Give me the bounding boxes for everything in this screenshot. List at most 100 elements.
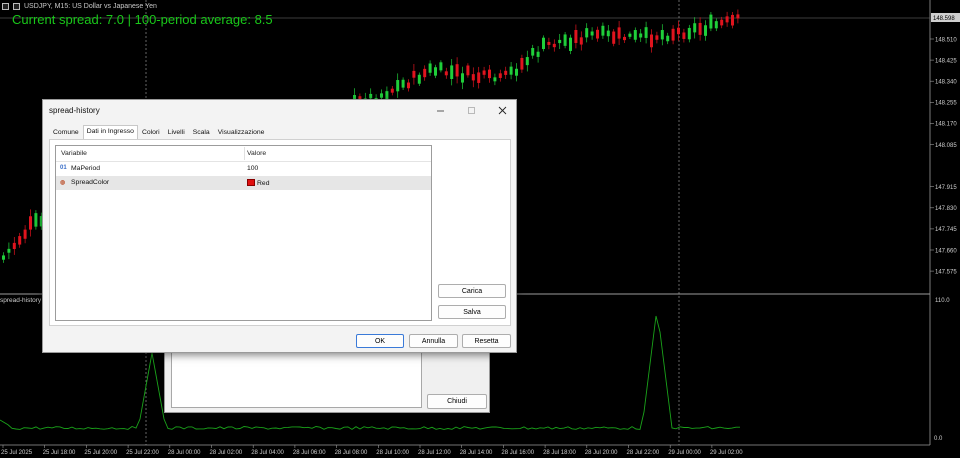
indicator-properties-dialog: spread-history Comune Dati in Ingresso C… [42,99,517,353]
time-tick-label: 28 Jul 04:00 [251,450,284,456]
row-value[interactable]: 100 [247,165,258,172]
time-tick-label: 25 Jul 20:00 [84,450,117,456]
candle-body [585,28,589,38]
maximize-icon [456,100,486,121]
candle-body [574,29,578,43]
candle-body [482,70,486,75]
time-tick-label: 28 Jul 06:00 [293,450,326,456]
row-variable: MaPeriod [71,165,101,172]
candle-body [450,65,454,79]
ok-button[interactable]: OK [356,334,404,348]
candle-body [18,236,22,245]
candle-body [471,74,475,81]
spread-readout: Current spread: 7.0 | 100-period average… [12,12,273,27]
indicator-window-label: spread-history 8 [0,297,47,304]
tab-dati-in-ingresso[interactable]: Dati in Ingresso [82,125,138,139]
time-tick-label: 28 Jul 10:00 [376,450,409,456]
candle-body [731,14,734,26]
tab-scala[interactable]: Scala [189,126,214,138]
candle-body [590,31,594,36]
candle-body [390,88,394,93]
minimize-icon[interactable] [425,100,455,121]
candle-body [644,27,648,38]
candle-body [612,31,616,44]
candle-body [412,70,416,78]
tab-visualizzazione[interactable]: Visualizzazione [214,126,269,138]
candle-body [439,62,443,71]
save-button[interactable]: Salva [438,305,506,319]
load-button[interactable]: Carica [438,284,506,298]
cancel-button[interactable]: Annulla [409,334,458,348]
candle-body [563,34,567,46]
tab-colori[interactable]: Colori [138,126,164,138]
candle-body [407,82,410,89]
time-tick-label: 28 Jul 00:00 [168,450,201,456]
back-close-button[interactable]: Chiudi [427,394,487,409]
back-dialog-list[interactable] [171,350,422,408]
candle-body [536,51,540,57]
candle-body [682,32,686,39]
column-header-value[interactable]: Valore [247,150,266,157]
price-tick-label: 148.340 [935,80,957,86]
current-price-label: 148.598 [933,16,955,22]
column-header-variable[interactable]: Variabile [61,150,87,157]
candle-body [7,248,11,253]
price-tick-label: 148.425 [935,58,957,64]
candle-body [542,37,545,50]
candle-body [623,36,626,41]
dialog-tabs: Comune Dati in Ingresso Colori Livelli S… [49,125,269,139]
candle-body [380,93,383,98]
candle-body [698,22,702,35]
candle-body [525,57,529,66]
candle-body [401,79,405,88]
candle-body [677,27,680,35]
candle-body [498,73,502,78]
time-tick-label: 28 Jul 02:00 [210,450,243,456]
candle-body [2,255,5,260]
time-tick-label: 29 Jul 02:00 [710,450,743,456]
candle-body [666,35,670,42]
price-tick-label: 147.660 [935,248,957,254]
indicator-max-label: 110.0 [935,298,950,304]
table-row-maperiod[interactable]: 01 MaPeriod 100 [56,162,431,176]
candle-body [461,73,464,83]
dialog-title: spread-history [49,106,100,115]
candle-body [434,67,437,76]
symbol-title: USDJPY, M15: US Dollar vs Japanese Yen [24,2,157,10]
candle-body [736,14,740,19]
chart-menu-icon[interactable] [2,2,9,10]
time-tick-label: 28 Jul 16:00 [501,450,534,456]
candle-body [488,69,491,79]
candle-body [601,25,605,36]
candle-body [369,93,373,99]
candle-body [12,242,16,250]
palette-icon: ◍ [60,180,66,186]
tab-livelli[interactable]: Livelli [164,126,189,138]
candle-body [552,43,556,48]
candle-body [704,25,707,36]
price-tick-label: 147.915 [935,185,957,191]
tab-comune[interactable]: Comune [49,126,83,138]
price-tick-label: 148.255 [935,101,957,107]
indicator-min-label: 0.0 [934,436,943,442]
chart-trade-icon[interactable] [13,2,20,10]
inputs-table: Variabile Valore 01 MaPeriod 100 ◍ Sprea… [55,145,432,321]
close-icon[interactable] [487,100,517,121]
dialog-titlebar[interactable]: spread-history [43,100,516,121]
candle-body [558,39,562,44]
candle-body [515,68,518,76]
candle-body [693,23,697,33]
candle-body [477,72,481,83]
table-row-spreadcolor[interactable]: ◍ SpreadColor Red [56,176,431,190]
candle-body [34,213,38,227]
reset-button[interactable]: Resetta [462,334,511,348]
color-name: Red [257,180,270,187]
time-tick-label: 28 Jul 14:00 [460,450,493,456]
candle-body [650,34,653,48]
candle-body [606,30,610,37]
row-value-color[interactable]: Red [247,179,269,187]
candle-body [687,27,691,40]
color-swatch [247,179,255,186]
time-tick-label: 28 Jul 18:00 [543,450,576,456]
time-tick-label: 25 Jul 18:00 [43,450,76,456]
